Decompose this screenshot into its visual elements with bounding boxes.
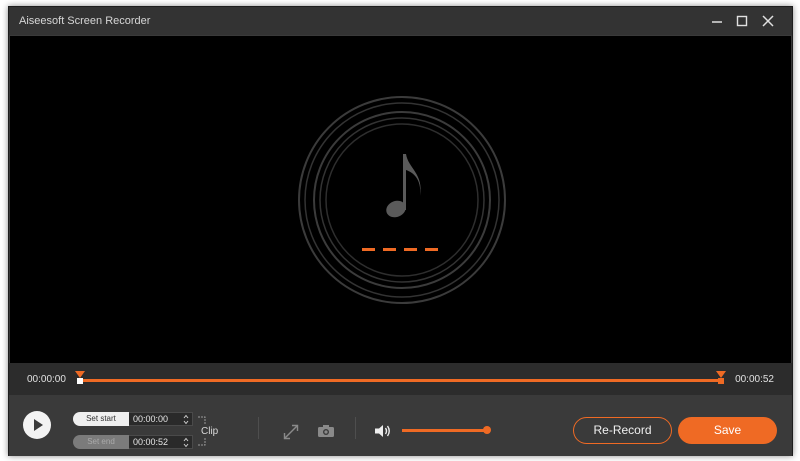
volume-slider[interactable] xyxy=(402,426,491,434)
recorder-window: Aiseesoft Screen Recorder 00:00:00 00:00… xyxy=(8,6,793,456)
expand-icon[interactable] xyxy=(283,424,299,440)
maximize-icon[interactable] xyxy=(733,13,751,29)
control-bar: Set start 00:00:00 Set end 00:00:52 Clip xyxy=(9,395,792,456)
divider xyxy=(355,417,356,439)
spinner-arrows-icon[interactable] xyxy=(183,414,189,425)
close-icon[interactable] xyxy=(759,13,777,29)
audio-level-dashes xyxy=(362,248,438,251)
play-button[interactable] xyxy=(23,411,51,439)
play-icon xyxy=(34,419,43,431)
camera-icon[interactable] xyxy=(317,424,335,438)
set-end-button[interactable]: Set end xyxy=(73,435,129,449)
video-preview[interactable] xyxy=(10,36,791,363)
clip-start-time-input[interactable]: 00:00:00 xyxy=(129,412,193,426)
visualizer-ring xyxy=(313,111,491,289)
clip-start-time-value: 00:00:00 xyxy=(133,414,169,424)
trim-start-marker[interactable] xyxy=(75,371,85,385)
title-bar[interactable]: Aiseesoft Screen Recorder xyxy=(9,7,792,35)
clip-end-time-input[interactable]: 00:00:52 xyxy=(129,435,193,449)
volume-icon[interactable] xyxy=(374,423,392,439)
total-time: 00:00:52 xyxy=(735,374,774,385)
timeline-track[interactable] xyxy=(79,379,721,382)
visualizer-ring xyxy=(319,117,485,283)
visualizer-ring xyxy=(325,123,479,277)
spinner-arrows-icon[interactable] xyxy=(183,437,189,448)
clip-end-time-value: 00:00:52 xyxy=(133,437,169,447)
visualizer-ring xyxy=(298,96,506,304)
volume-level-fill xyxy=(402,429,486,432)
visualizer-ring xyxy=(304,102,500,298)
current-time: 00:00:00 xyxy=(27,374,66,385)
timeline-bar: 00:00:00 00:00:52 xyxy=(9,363,792,395)
set-start-button[interactable]: Set start xyxy=(73,412,129,426)
volume-slider-handle[interactable] xyxy=(483,426,491,434)
audio-visualizer xyxy=(298,96,506,304)
save-button[interactable]: Save xyxy=(678,417,777,444)
trim-end-marker[interactable] xyxy=(716,371,726,385)
divider xyxy=(258,417,259,439)
music-note-icon xyxy=(386,154,421,218)
rerecord-button[interactable]: Re-Record xyxy=(573,417,672,444)
clip-button[interactable]: Clip xyxy=(201,426,218,437)
minimize-icon[interactable] xyxy=(708,13,726,29)
window-title: Aiseesoft Screen Recorder xyxy=(19,15,151,27)
